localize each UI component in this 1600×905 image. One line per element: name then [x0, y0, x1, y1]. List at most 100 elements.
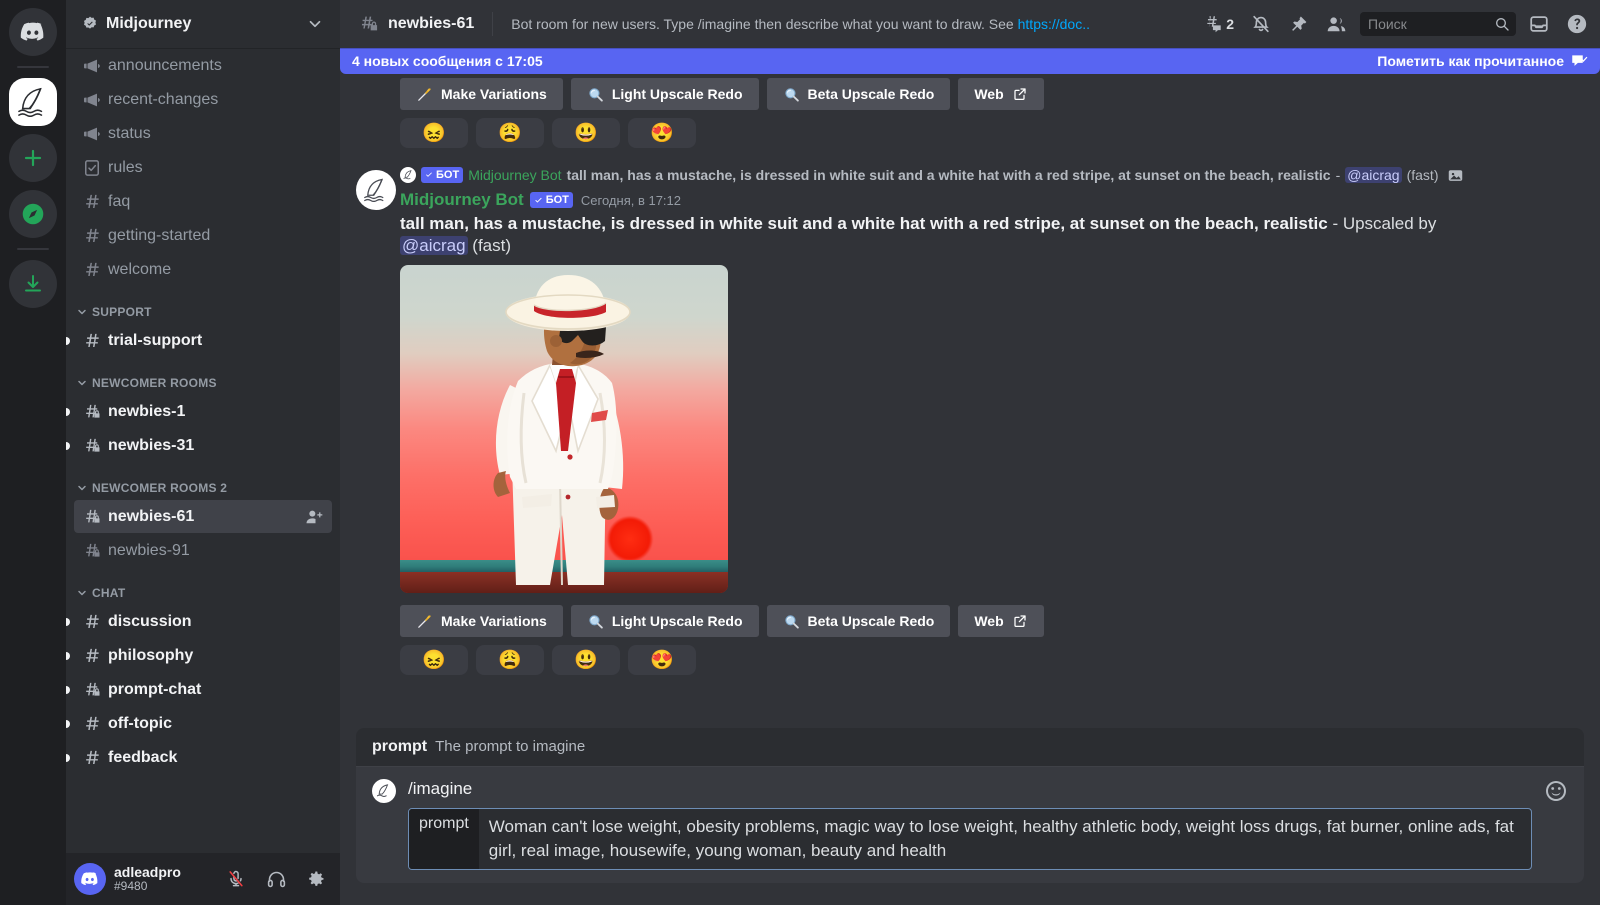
verified-badge-icon — [82, 16, 98, 32]
sidebar-item-newbies-61[interactable]: newbies-61 — [74, 500, 332, 533]
top-message-reaction-4[interactable]: 😍 — [628, 118, 696, 148]
sidebar-item-discussion[interactable]: discussion — [66, 605, 332, 638]
sidebar-item-recent-changes[interactable]: recent-changes — [74, 83, 332, 116]
top-message-light-upscale-redo-button[interactable]: Light Upscale Redo — [570, 78, 759, 110]
message-web-button[interactable]: Web — [958, 605, 1044, 638]
top-message-reaction-1[interactable]: 😖 — [400, 118, 468, 148]
message-action-buttons[interactable]: Make Variations Light Upscale Redo Beta Up… — [400, 601, 1552, 638]
reply-author[interactable]: Midjourney Bot — [468, 167, 561, 183]
sidebar-item-announcements[interactable]: announcements — [74, 49, 332, 82]
top-message-reaction-2[interactable]: 😩 — [476, 118, 544, 148]
chevron-down-icon[interactable] — [306, 15, 324, 33]
command-row[interactable]: /imagine prompt Woman can't lose weight,… — [356, 767, 1584, 883]
member-list-button[interactable] — [1321, 9, 1352, 40]
message-reaction-1[interactable]: 😖 — [400, 645, 468, 676]
message-reaction-4[interactable]: 😍 — [628, 645, 696, 676]
user-info[interactable]: adleadpro #9480 — [114, 864, 212, 894]
channel-category-newcomer-rooms[interactable]: NEWCOMER ROOMS — [66, 358, 340, 394]
top-message-reactions[interactable]: 😖 😩 😃 😍 — [340, 110, 1600, 148]
message-make-variations-button[interactable]: Make Variations — [400, 605, 563, 638]
top-message-action-buttons[interactable]: Make Variations Light Upscale Redo Beta Up… — [340, 74, 1600, 110]
add-member-icon[interactable] — [304, 507, 324, 527]
user-tag: #9480 — [114, 879, 148, 894]
download-apps-button[interactable] — [9, 260, 57, 308]
sidebar-item-getting-started[interactable]: getting-started — [74, 219, 332, 252]
threads-button[interactable]: 2 — [1197, 9, 1238, 39]
sidebar-item-feedback[interactable]: feedback — [66, 741, 332, 774]
server-midjourney-button[interactable] — [9, 78, 57, 126]
plus-icon — [24, 149, 42, 167]
midjourney-sail-icon — [364, 178, 384, 202]
channel-category-chat[interactable]: CHAT — [66, 568, 340, 604]
hash-locked-icon — [82, 507, 102, 527]
button-label: Web — [974, 613, 1004, 630]
message-reaction-2[interactable]: 😩 — [476, 645, 544, 676]
message-list[interactable]: Make Variations Light Upscale Redo Beta Up… — [340, 74, 1600, 728]
inbox-button[interactable] — [1524, 9, 1554, 39]
sidebar-item-newbies-31[interactable]: newbies-31 — [66, 429, 332, 462]
message-beta-upscale-redo-button[interactable]: Beta Upscale Redo — [766, 605, 951, 638]
search-input[interactable]: Поиск — [1360, 12, 1516, 36]
sidebar-item-prompt-chat[interactable]: prompt-chat — [66, 673, 332, 706]
sidebar-item-trial-support[interactable]: trial-support — [66, 324, 332, 357]
channel-topic[interactable]: Bot room for new users. Type /imagine th… — [511, 16, 1189, 32]
sidebar-item-faq[interactable]: faq — [74, 185, 332, 218]
discord-home-button[interactable] — [9, 8, 57, 56]
help-button[interactable] — [1562, 9, 1592, 39]
deafen-button[interactable] — [260, 863, 292, 895]
reaction-emoji: 😖 — [422, 650, 446, 672]
top-message-web-button[interactable]: Web — [958, 78, 1044, 110]
message-avatar[interactable] — [356, 170, 396, 210]
channel-category-support[interactable]: SUPPORT — [66, 287, 340, 323]
sparkle-wand-icon — [416, 86, 433, 103]
message-image-attachment[interactable] — [400, 265, 728, 594]
pinned-messages-button[interactable] — [1284, 10, 1313, 39]
top-message-beta-upscale-redo-button[interactable]: Beta Upscale Redo — [766, 78, 951, 110]
channel-topic-link[interactable]: https://doc.. — [1018, 16, 1090, 32]
settings-button[interactable] — [300, 863, 332, 895]
bot-badge: БОТ — [529, 192, 573, 208]
bot-label: БОТ — [545, 194, 569, 206]
channel-label: prompt-chat — [108, 680, 202, 698]
message-mention[interactable]: @aicrag — [400, 236, 468, 256]
sidebar-item-status[interactable]: status — [74, 117, 332, 150]
channel-label: newbies-1 — [108, 402, 186, 420]
channel-list[interactable]: announcements recent-changes status rules fa… — [66, 48, 340, 853]
notifications-button[interactable] — [1246, 9, 1276, 39]
reply-mention[interactable]: @aicrag — [1345, 167, 1402, 183]
channel-label: recent-changes — [108, 90, 219, 108]
sidebar-item-rules[interactable]: rules — [74, 151, 332, 184]
button-label: Make Variations — [441, 86, 547, 102]
check-icon — [535, 197, 542, 203]
help-icon — [1567, 14, 1587, 34]
message-light-upscale-redo-button[interactable]: Light Upscale Redo — [570, 605, 759, 638]
reply-reference[interactable]: БОТ Midjourney Bot tall man, has a musta… — [400, 164, 1552, 186]
sidebar-item-philosophy[interactable]: philosophy — [66, 639, 332, 672]
sidebar-item-off-topic[interactable]: off-topic — [66, 707, 332, 740]
channel-category-newcomer-rooms-2[interactable]: NEWCOMER ROOMS 2 — [66, 463, 340, 499]
channel-label: faq — [108, 192, 131, 210]
mute-button[interactable] — [220, 863, 252, 895]
message-author[interactable]: Midjourney Bot — [400, 190, 524, 210]
message-reactions[interactable]: 😖 😩 😃 😍 — [400, 637, 1552, 676]
guild-header[interactable]: Midjourney — [66, 0, 340, 48]
emoji-picker-button[interactable] — [1544, 779, 1568, 803]
add-server-button[interactable] — [9, 134, 57, 182]
sidebar-item-welcome[interactable]: welcome — [74, 253, 332, 286]
sidebar-item-newbies-91[interactable]: newbies-91 — [74, 534, 332, 567]
prompt-input[interactable]: prompt Woman can't lose weight, obesity … — [408, 807, 1532, 870]
user-name: adleadpro — [114, 864, 181, 881]
explore-servers-button[interactable] — [9, 190, 57, 238]
top-message-reaction-3[interactable]: 😃 — [552, 118, 620, 148]
mute-icon — [229, 870, 243, 887]
sidebar-item-newbies-1[interactable]: newbies-1 — [66, 395, 332, 428]
top-message-make-variations-button[interactable]: Make Variations — [400, 78, 563, 110]
image-attachment-icon — [1447, 167, 1464, 184]
compass-icon — [22, 203, 44, 225]
unread-dot — [66, 754, 70, 762]
mark-as-read-button[interactable]: Пометить как прочитанное — [1377, 52, 1588, 70]
message-reaction-3[interactable]: 😃 — [552, 645, 620, 676]
member-list-icon — [1327, 16, 1346, 31]
discord-app: Midjourney announcements recent-changes st… — [0, 0, 1600, 905]
avatar[interactable] — [74, 863, 106, 895]
